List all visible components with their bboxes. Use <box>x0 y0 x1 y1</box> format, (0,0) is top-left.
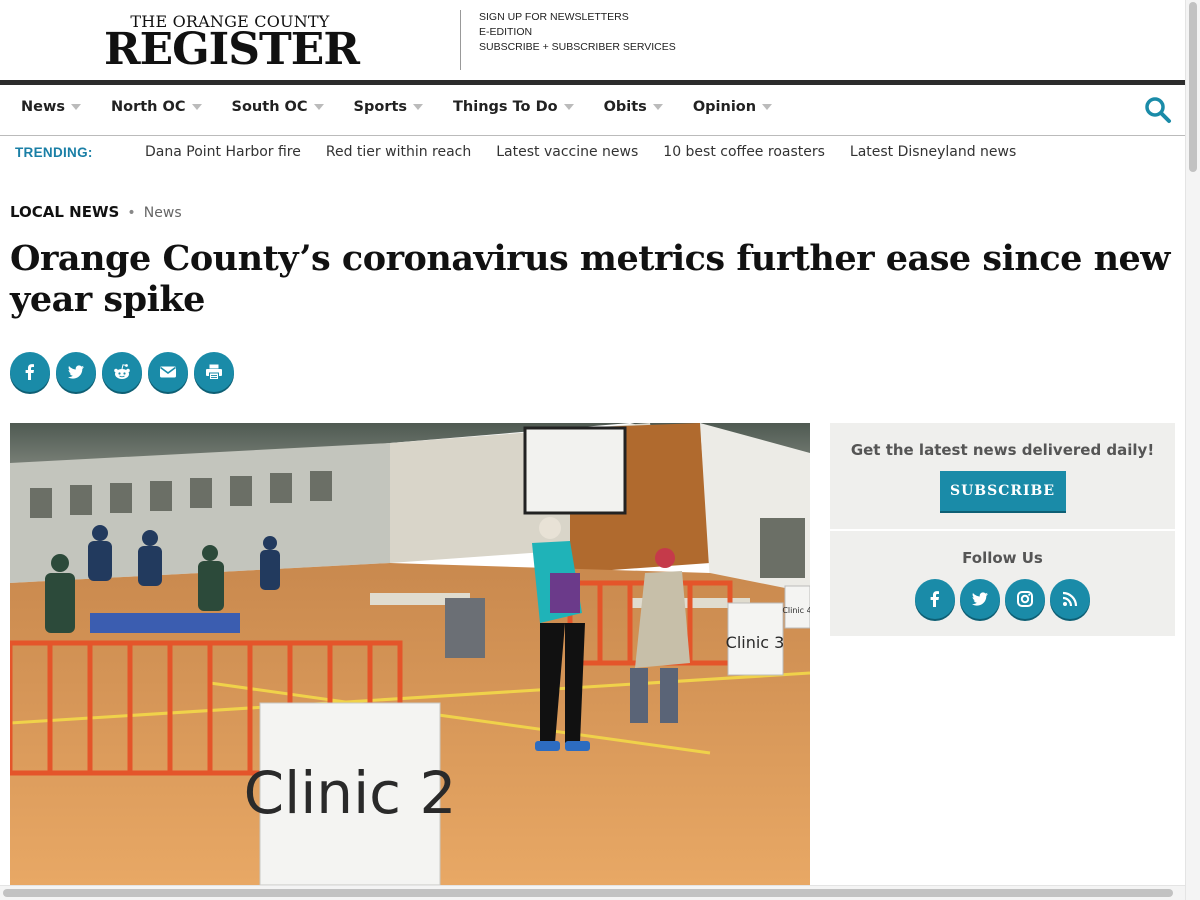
share-reddit-button[interactable] <box>102 352 142 392</box>
section-link[interactable]: LOCAL NEWS <box>10 203 119 221</box>
follow-us-title: Follow Us <box>962 549 1043 567</box>
horizontal-scroll-thumb[interactable] <box>3 889 1173 897</box>
email-icon <box>160 366 176 378</box>
nav-item-opinion[interactable]: Opinion <box>692 99 773 115</box>
trending-label: TRENDING: <box>15 145 93 160</box>
follow-icons <box>830 579 1175 619</box>
clinic-sign-front: Clinic 2 <box>244 759 457 827</box>
trending-item[interactable]: Dana Point Harbor fire <box>145 144 301 160</box>
nav-item-label: Sports <box>353 99 408 115</box>
clinic-sign-right: Clinic 3 <box>726 633 785 652</box>
main-nav: News North OC South OC Sports Things To … <box>0 80 1185 136</box>
article-section: LOCAL NEWS • News <box>10 202 182 221</box>
share-email-button[interactable] <box>148 352 188 392</box>
chevron-down-icon <box>71 104 81 110</box>
chevron-down-icon <box>652 104 663 110</box>
vaccination-clinic-photo: Clinic 2 Clinic 3 Clinic 4 <box>10 423 810 885</box>
follow-us-widget: Follow Us <box>830 531 1175 636</box>
header-links: SIGN UP FOR NEWSLETTERS E-EDITION SUBSCR… <box>479 10 676 55</box>
chevron-down-icon <box>191 104 202 110</box>
masthead: THE ORANGE COUNTY REGISTER SIGN UP FOR N… <box>0 0 1185 80</box>
vertical-scroll-thumb[interactable] <box>1189 2 1197 172</box>
subsection-link[interactable]: News <box>144 205 182 221</box>
reddit-icon <box>114 364 130 379</box>
nav-item-news[interactable]: News <box>21 99 81 115</box>
logo-main-text: REGISTER <box>104 24 360 75</box>
search-icon <box>1145 97 1171 123</box>
nav-item-south-oc[interactable]: South OC <box>232 99 324 115</box>
nav-items: News North OC South OC Sports Things To … <box>21 99 802 115</box>
chevron-down-icon <box>762 104 773 110</box>
chevron-down-icon <box>313 104 324 110</box>
trending-item[interactable]: Latest Disneyland news <box>850 144 1016 160</box>
article-photo[interactable]: Clinic 2 Clinic 3 Clinic 4 <box>10 423 810 885</box>
trending-item[interactable]: Latest vaccine news <box>496 144 638 160</box>
nav-item-label: Things To Do <box>453 99 558 115</box>
nav-item-label: Opinion <box>692 99 757 115</box>
print-button[interactable] <box>194 352 234 392</box>
nav-item-label: North OC <box>111 99 186 115</box>
newsletter-signup-link[interactable]: SIGN UP FOR NEWSLETTERS <box>479 10 676 25</box>
print-icon <box>206 364 222 380</box>
clinic-sign-far: Clinic 4 <box>782 606 810 615</box>
rss-icon <box>1062 591 1078 607</box>
newsletter-widget: Get the latest news delivered daily! SUB… <box>830 423 1175 529</box>
twitter-icon <box>972 592 988 606</box>
chevron-down-icon <box>563 104 574 110</box>
trending-item[interactable]: 10 best coffee roasters <box>663 144 825 160</box>
instagram-icon <box>1017 591 1033 607</box>
twitter-icon <box>68 365 84 379</box>
nav-item-north-oc[interactable]: North OC <box>111 99 202 115</box>
nav-item-sports[interactable]: Sports <box>354 99 424 115</box>
nav-item-label: Obits <box>603 99 647 115</box>
follow-rss-button[interactable] <box>1050 579 1090 619</box>
share-facebook-button[interactable] <box>10 352 50 392</box>
nav-item-things-to-do[interactable]: Things To Do <box>453 99 574 115</box>
search-button[interactable] <box>1143 95 1173 125</box>
newsletter-title: Get the latest news delivered daily! <box>850 441 1155 459</box>
facebook-icon <box>25 364 34 380</box>
nav-item-obits[interactable]: Obits <box>604 99 663 115</box>
subscribe-button[interactable]: SUBSCRIBE <box>939 471 1066 513</box>
trending-items: Dana Point Harbor fire Red tier within r… <box>145 144 1041 160</box>
nav-item-label: News <box>21 99 65 115</box>
share-twitter-button[interactable] <box>56 352 96 392</box>
facebook-icon <box>930 591 939 607</box>
site-logo[interactable]: THE ORANGE COUNTY REGISTER <box>104 14 360 75</box>
header-divider <box>460 10 461 70</box>
horizontal-scrollbar[interactable] <box>0 885 1185 900</box>
vertical-scrollbar[interactable] <box>1185 0 1200 900</box>
e-edition-link[interactable]: E-EDITION <box>479 25 676 40</box>
nav-item-label: South OC <box>231 99 308 115</box>
article-headline: Orange County’s coronavirus metrics furt… <box>10 238 1170 320</box>
subscribe-services-link[interactable]: SUBSCRIBE + SUBSCRIBER SERVICES <box>479 40 676 55</box>
trending-bar: TRENDING: Dana Point Harbor fire Red tie… <box>0 136 1185 170</box>
follow-facebook-button[interactable] <box>915 579 955 619</box>
chevron-down-icon <box>413 104 424 110</box>
share-buttons <box>10 352 240 392</box>
follow-instagram-button[interactable] <box>1005 579 1045 619</box>
section-separator: • <box>127 205 136 221</box>
trending-item[interactable]: Red tier within reach <box>326 144 471 160</box>
follow-twitter-button[interactable] <box>960 579 1000 619</box>
